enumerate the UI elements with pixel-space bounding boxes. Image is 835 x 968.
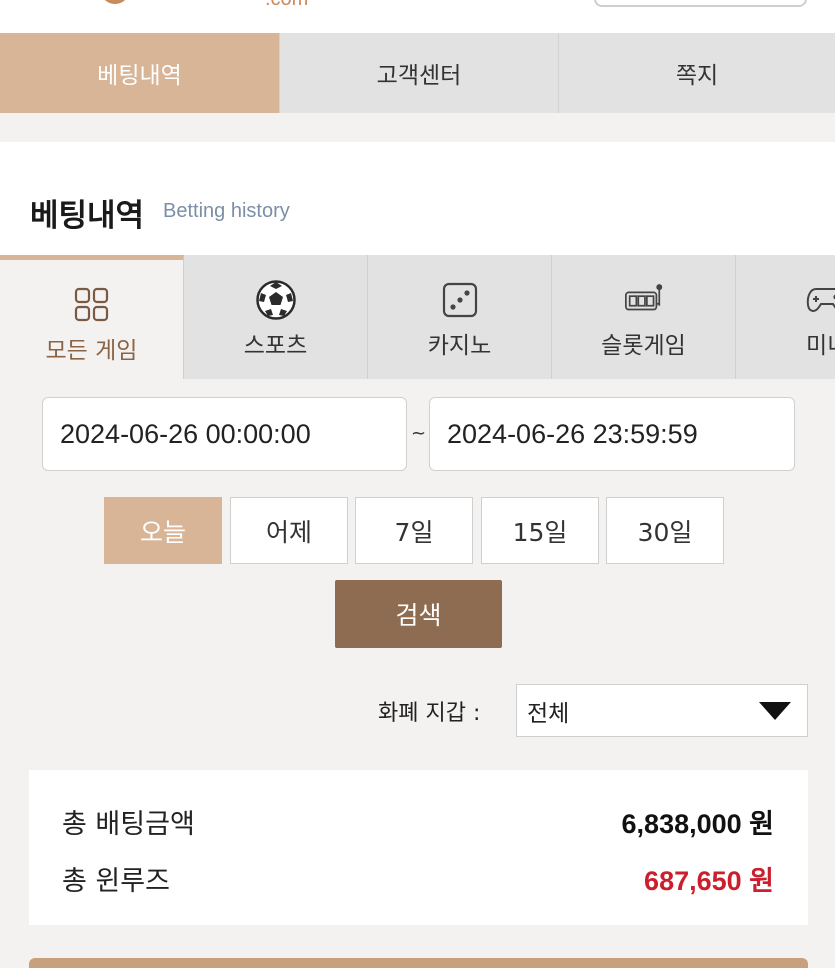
page-title: 베팅내역: [30, 198, 145, 234]
bottom-section-header: [29, 958, 808, 968]
currency-wallet-select[interactable]: 전체: [516, 684, 808, 737]
total-bet-label: 총 배팅금액: [62, 809, 195, 840]
top-header: .com: [0, 0, 835, 33]
total-winloss-value: 687,650 원: [644, 866, 774, 896]
date-separator: ~: [411, 423, 427, 444]
period-15days-button[interactable]: 15일: [481, 497, 599, 564]
tab-label: 모든 게임: [45, 338, 138, 364]
soccer-ball-icon: [255, 280, 297, 320]
tab-label: 미니: [806, 333, 835, 359]
period-today-button[interactable]: 오늘: [104, 497, 222, 564]
period-30days-button[interactable]: 30일: [606, 497, 724, 564]
period-7days-button[interactable]: 7일: [355, 497, 473, 564]
grid-icon: [71, 285, 113, 325]
header-input-box[interactable]: [594, 0, 807, 7]
tab-mini-games[interactable]: 미니: [736, 255, 835, 379]
nav-tab-customer-center[interactable]: 고객센터: [279, 33, 558, 113]
gamepad-icon: [806, 280, 835, 320]
page-title-section: 베팅내역 Betting history: [0, 142, 835, 255]
tab-casino[interactable]: 카지노: [368, 255, 552, 379]
page-subtitle: Betting history: [163, 200, 290, 222]
betting-summary-card: 총 배팅금액 6,838,000 원 총 윈루즈 687,650 원: [29, 770, 808, 925]
dropdown-arrow-icon: [759, 702, 791, 720]
period-yesterday-button[interactable]: 어제: [230, 497, 348, 564]
dice-icon: [439, 280, 481, 320]
search-button[interactable]: 검색: [335, 580, 502, 648]
tab-slot-games[interactable]: 슬롯게임: [552, 255, 736, 379]
logo-text[interactable]: .com: [265, 0, 308, 11]
date-from-input[interactable]: 2024-06-26 00:00:00: [42, 397, 407, 471]
slot-machine-icon: [623, 280, 665, 320]
total-winloss-label: 총 윈루즈: [62, 866, 170, 897]
tab-sports[interactable]: 스포츠: [184, 255, 368, 379]
nav-tab-messages[interactable]: 쪽지: [558, 33, 835, 113]
tab-all-games[interactable]: 모든 게임: [0, 255, 184, 379]
logo-icon[interactable]: [100, 0, 130, 4]
tab-label: 스포츠: [243, 333, 308, 359]
currency-wallet-label: 화폐 지갑 :: [378, 701, 481, 726]
main-nav: 베팅내역 고객센터 쪽지: [0, 33, 835, 113]
currency-selected-value: 전체: [527, 700, 570, 727]
game-category-tabs: 모든 게임 스포츠 카지노 슬롯게임 미: [0, 255, 835, 379]
nav-tab-betting-history[interactable]: 베팅내역: [0, 33, 279, 113]
date-to-input[interactable]: 2024-06-26 23:59:59: [429, 397, 795, 471]
total-bet-value: 6,838,000 원: [621, 809, 774, 839]
tab-label: 카지노: [427, 333, 492, 359]
tab-label: 슬롯게임: [601, 333, 686, 359]
